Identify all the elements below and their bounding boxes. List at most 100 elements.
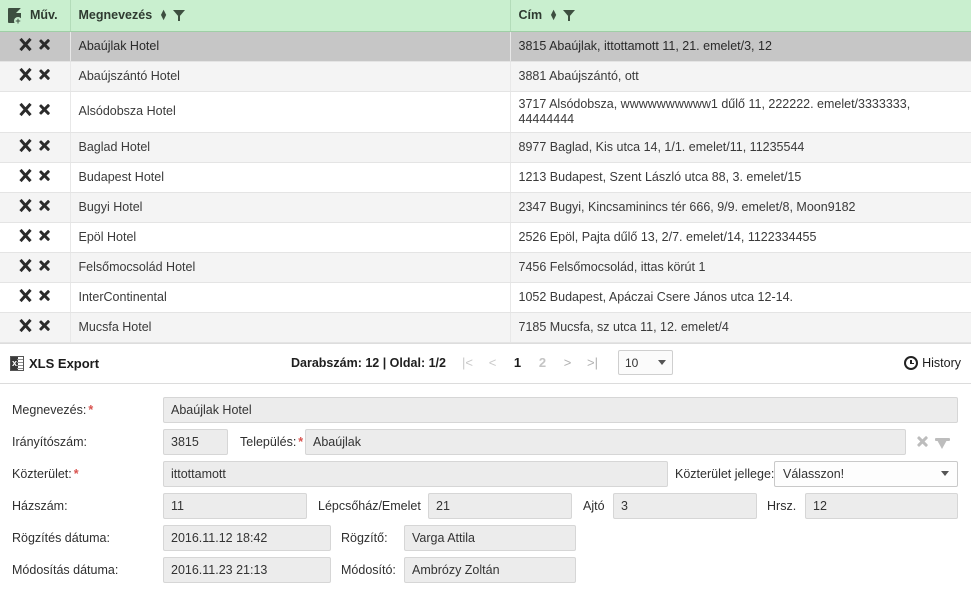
input-hrsz[interactable] bbox=[805, 492, 958, 519]
wrench-icon[interactable] bbox=[19, 319, 32, 332]
wrench-icon[interactable] bbox=[19, 139, 32, 152]
table-row[interactable]: Mucsfa Hotel 7185 Mucsfa, sz utca 11, 12.… bbox=[0, 312, 971, 343]
pagination-prev[interactable]: < bbox=[481, 350, 504, 376]
table-row[interactable]: Abaújlak Hotel 3815 Abaújlak, ittottamott… bbox=[0, 31, 971, 62]
pagination-last[interactable]: >| bbox=[581, 350, 604, 376]
select-kozterulet-jellege[interactable]: Válasszon! bbox=[774, 460, 958, 487]
cell-address: 7185 Mucsfa, sz utca 11, 12. emelet/4 bbox=[510, 312, 971, 343]
delete-x-icon[interactable] bbox=[39, 289, 51, 302]
cell-address: 2526 Epöl, Pajta dűlő 13, 2/7. emelet/14… bbox=[510, 222, 971, 253]
label-rogzito: Rögzítő: bbox=[341, 530, 388, 545]
label-modosito: Módosító: bbox=[341, 562, 396, 577]
delete-x-icon[interactable] bbox=[39, 319, 51, 332]
label-hazszam: Házszám: bbox=[12, 498, 68, 513]
table-row[interactable]: Abaújszántó Hotel 3881 Abaújszántó, ott bbox=[0, 61, 971, 92]
required-asterisk: * bbox=[73, 466, 79, 481]
label-hrsz: Hrsz. bbox=[767, 498, 797, 513]
sort-arrows-icon[interactable]: ▲ ▼ bbox=[159, 8, 168, 22]
wrench-icon[interactable] bbox=[19, 68, 32, 81]
history-clock-icon bbox=[904, 355, 919, 370]
delete-x-icon[interactable] bbox=[39, 38, 51, 51]
row-actions-cell bbox=[0, 192, 71, 223]
delete-x-icon[interactable] bbox=[39, 259, 51, 272]
page-size-select[interactable]: 10 bbox=[618, 350, 673, 375]
input-lepcsohaz-emelet[interactable] bbox=[428, 492, 572, 519]
table-row[interactable]: Baglad Hotel 8977 Baglad, Kis utca 14, 1/… bbox=[0, 132, 971, 163]
input-modositas-datuma[interactable] bbox=[163, 556, 331, 583]
form-row-iranyitoszam-telepules: Irányítószám: Település:* bbox=[0, 428, 971, 461]
form-row-modositas: Módosítás dátuma: Módosító: bbox=[0, 556, 971, 589]
delete-x-icon[interactable] bbox=[39, 103, 51, 116]
pagination-first[interactable]: |< bbox=[456, 350, 479, 376]
cell-name: Felsőmocsolád Hotel bbox=[70, 252, 511, 283]
page-size-value: 10 bbox=[625, 355, 639, 370]
input-rogzito[interactable] bbox=[404, 524, 576, 551]
table-row[interactable]: Alsódobsza Hotel 3717 Alsódobsza, wwwwwww… bbox=[0, 91, 971, 133]
pagination-page-1[interactable]: 1 bbox=[506, 350, 529, 376]
delete-x-icon[interactable] bbox=[39, 139, 51, 152]
cell-address: 7456 Felsőmocsolád, ittas körút 1 bbox=[510, 252, 971, 283]
label-modositas-datuma: Módosítás dátuma: bbox=[12, 562, 119, 577]
wrench-icon[interactable] bbox=[19, 199, 32, 212]
label-telepules: Település: * bbox=[240, 434, 304, 449]
chevron-down-icon bbox=[941, 471, 949, 476]
cell-name: Bugyi Hotel bbox=[70, 192, 511, 223]
delete-x-icon[interactable] bbox=[39, 229, 51, 242]
input-kozterulet[interactable] bbox=[163, 460, 668, 487]
row-actions-cell bbox=[0, 162, 71, 193]
delete-x-icon[interactable] bbox=[39, 169, 51, 182]
form-row-megnevezes: Megnevezés: * bbox=[0, 396, 971, 429]
wrench-icon[interactable] bbox=[19, 259, 32, 272]
wrench-icon[interactable] bbox=[19, 38, 32, 51]
form-row-kozterulet: Közterület:* Közterület jellege: Válassz… bbox=[0, 460, 971, 493]
table-row[interactable]: Epöl Hotel 2526 Epöl, Pajta dűlő 13, 2/7.… bbox=[0, 222, 971, 253]
input-telepules[interactable] bbox=[305, 428, 906, 455]
pagination-next[interactable]: > bbox=[556, 350, 579, 376]
pager-info: Darabszám: 12 | Oldal: 1/2 bbox=[291, 355, 446, 370]
table-row[interactable]: InterContinental 1052 Budapest, Apáczai C… bbox=[0, 282, 971, 313]
label-ajto: Ajtó bbox=[583, 498, 605, 513]
pagination-page-2[interactable]: 2 bbox=[531, 350, 554, 376]
chevron-down-icon bbox=[658, 360, 666, 365]
table-row[interactable]: Budapest Hotel 1213 Budapest, Szent Lászl… bbox=[0, 162, 971, 193]
cell-name: Abaújszántó Hotel bbox=[70, 61, 511, 92]
input-hazszam[interactable] bbox=[163, 492, 307, 519]
cell-name: InterContinental bbox=[70, 282, 511, 313]
input-megnevezes[interactable] bbox=[163, 396, 958, 423]
input-ajto[interactable] bbox=[613, 492, 757, 519]
table-row[interactable]: Bugyi Hotel 2347 Bugyi, Kincsaminincs tér… bbox=[0, 192, 971, 223]
wrench-icon[interactable] bbox=[19, 103, 32, 116]
cell-name: Abaújlak Hotel bbox=[70, 31, 511, 62]
cell-address: 2347 Bugyi, Kincsaminincs tér 666, 9/9. … bbox=[510, 192, 971, 223]
xls-export-button[interactable]: XLS Export bbox=[10, 355, 99, 371]
delete-x-icon[interactable] bbox=[39, 68, 51, 81]
input-iranyitoszam[interactable] bbox=[163, 428, 228, 455]
cell-address: 8977 Baglad, Kis utca 14, 1/1. emelet/11… bbox=[510, 132, 971, 163]
filter-funnel-icon[interactable] bbox=[563, 9, 576, 22]
wrench-icon[interactable] bbox=[19, 289, 32, 302]
column-header-address[interactable]: Cím ▲ ▼ bbox=[510, 0, 971, 32]
label-lepcsohaz-emelet: Lépcsőház/Emelet bbox=[318, 498, 421, 513]
column-header-name[interactable]: Megnevezés ▲ ▼ bbox=[70, 0, 511, 32]
sort-arrows-icon[interactable]: ▲ ▼ bbox=[549, 8, 558, 22]
filter-funnel-icon[interactable] bbox=[173, 9, 186, 22]
cell-address: 3815 Abaújlak, ittottamott 11, 21. emele… bbox=[510, 31, 971, 62]
cell-name: Epöl Hotel bbox=[70, 222, 511, 253]
pagination: |< <1 2 > >| 10 bbox=[456, 350, 673, 376]
history-button[interactable]: History bbox=[904, 355, 961, 370]
wrench-icon[interactable] bbox=[19, 229, 32, 242]
cell-name: Budapest Hotel bbox=[70, 162, 511, 193]
trash-icon[interactable] bbox=[935, 435, 950, 449]
excel-icon bbox=[10, 355, 24, 371]
table-row[interactable]: Felsőmocsolád Hotel 7456 Felsőmocsolád, i… bbox=[0, 252, 971, 283]
cell-address: 1052 Budapest, Apáczai Csere János utca … bbox=[510, 282, 971, 313]
row-actions-cell bbox=[0, 252, 71, 283]
wrench-icon[interactable] bbox=[19, 169, 32, 182]
clear-x-icon[interactable] bbox=[916, 435, 929, 448]
input-modosito[interactable] bbox=[404, 556, 576, 583]
new-document-icon[interactable] bbox=[8, 7, 22, 25]
column-header-actions[interactable]: Műv. bbox=[0, 0, 71, 32]
required-asterisk: * bbox=[88, 402, 94, 417]
input-rogzites-datuma[interactable] bbox=[163, 524, 331, 551]
delete-x-icon[interactable] bbox=[39, 199, 51, 212]
